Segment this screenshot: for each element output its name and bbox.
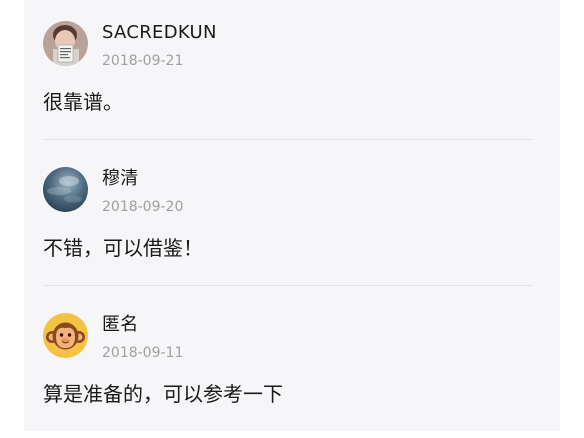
comment-item: 匿名 2018-09-11 算是准备的，可以参考一下 bbox=[24, 292, 560, 438]
divider bbox=[43, 139, 533, 140]
comment-date: 2018-09-21 bbox=[102, 53, 184, 69]
monkey-avatar-icon[interactable] bbox=[43, 313, 88, 358]
comment-date: 2018-09-20 bbox=[102, 199, 184, 215]
comment-date: 2018-09-11 bbox=[102, 345, 184, 361]
comment-item: SACREDKUN 2018-09-21 很靠谱。 bbox=[24, 0, 560, 146]
comment-text: 不错，可以借鉴！ bbox=[43, 236, 203, 260]
comment-item: 穆清 2018-09-20 不错，可以借鉴！ bbox=[24, 146, 560, 292]
username[interactable]: SACREDKUN bbox=[102, 21, 217, 45]
sky-photo-avatar-icon[interactable] bbox=[43, 167, 88, 212]
photo-avatar-icon[interactable] bbox=[43, 21, 88, 66]
username[interactable]: 匿名 bbox=[102, 313, 139, 337]
comment-text: 算是准备的，可以参考一下 bbox=[43, 382, 283, 406]
comment-list: SACREDKUN 2018-09-21 很靠谱。 穆清 2018-09-20 … bbox=[24, 0, 560, 431]
username[interactable]: 穆清 bbox=[102, 167, 139, 191]
divider bbox=[43, 285, 533, 286]
comment-text: 很靠谱。 bbox=[43, 90, 123, 114]
